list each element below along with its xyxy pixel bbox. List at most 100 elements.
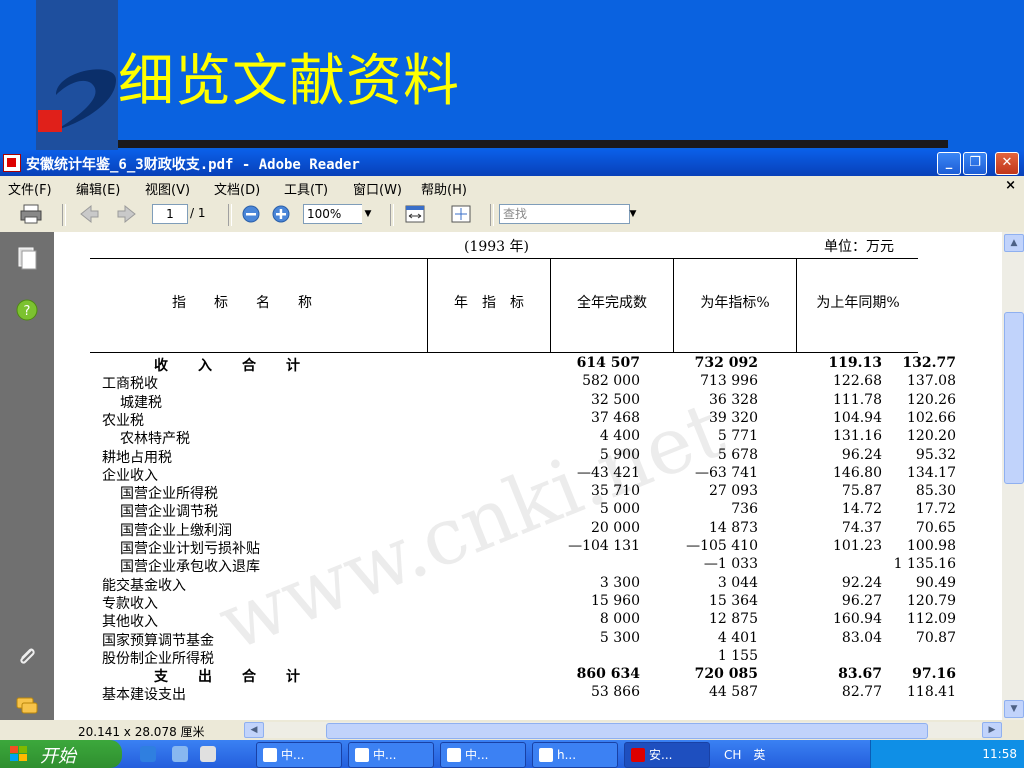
menu-file[interactable]: 文件(F) [8,179,52,198]
row-pct-target: 96.24 [841,446,882,463]
taskbar-item[interactable]: h... [532,742,618,768]
zoom-level-input[interactable]: 100% [303,204,366,224]
row-target: 5 900 [599,446,640,463]
row-target: 8 000 [599,611,640,628]
desktop-icon[interactable] [200,746,216,762]
row-pct-lastyear: 1 135.16 [893,556,956,573]
menu-help[interactable]: 帮助(H) [421,179,467,198]
menu-window[interactable]: 窗口(W) [353,179,402,198]
taskbar-item[interactable]: 中... [440,742,526,768]
row-pct-target: 101.23 [833,538,882,554]
row-name: 工商税收 [102,376,158,393]
row-actual: 15 364 [709,592,758,609]
zoom-dropdown-icon[interactable]: ▼ [362,204,374,224]
row-pct-target: 82.77 [841,684,882,701]
scroll-down-icon[interactable]: ▼ [1004,700,1024,718]
horizontal-scroll-thumb[interactable] [326,723,928,739]
window-titlebar[interactable]: 安徽统计年鉴_6_3财政收支.pdf - Adobe Reader _ ❐ ✕ [0,150,1024,176]
comments-icon[interactable] [15,694,39,718]
vertical-scrollbar[interactable]: ▲ ▼ [1002,232,1024,720]
start-button[interactable]: 开始 [0,740,122,768]
ie-icon[interactable] [140,746,156,762]
scroll-left-icon[interactable]: ◀ [244,722,264,738]
ime-indicator[interactable]: CH 英 [724,746,765,763]
row-pct-lastyear: 120.20 [907,428,956,445]
row-target: 37 468 [591,409,640,426]
table-row: 城建税 32 500 36 328 111.78 120.26 [54,391,1002,411]
row-pct-lastyear: 120.26 [907,391,956,408]
table-row: 其他收入 8 000 12 875 160.94 112.09 [54,611,1002,631]
column-header-actual: 全年完成数 [577,295,647,311]
row-actual: 1 155 [717,647,758,664]
adobe-reader-window: 安徽统计年鉴_6_3财政收支.pdf - Adobe Reader _ ❐ ✕ … [0,150,1024,740]
attachments-icon[interactable] [15,644,39,668]
row-pct-lastyear: 134.17 [907,464,956,481]
table-rule-header [90,352,918,353]
row-actual: —1 033 [703,556,758,573]
help-icon[interactable]: ? [15,298,39,322]
row-target: 582 000 [582,373,640,390]
menu-edit[interactable]: 编辑(E) [76,179,120,198]
previous-page-icon[interactable] [78,204,100,224]
fit-page-icon[interactable] [450,204,472,224]
menu-tools[interactable]: 工具(T) [284,179,328,198]
toolbar: 1 / 1 100% ▼ 查找 ▼ [0,198,1024,233]
column-header-pct-lastyear: 为上年同期% [816,295,900,311]
maximize-button[interactable]: ❐ [963,152,987,175]
table-row: 股份制企业所得税 1 155 [54,647,1002,667]
quicklaunch-icon[interactable] [172,746,188,762]
row-pct-lastyear: 102.66 [907,409,956,426]
find-dropdown-icon[interactable]: ▼ [627,204,639,224]
print-icon[interactable] [20,204,42,224]
row-name: 国营企业所得税 [120,486,218,503]
row-actual: 720 085 [694,666,758,683]
taskbar-item-active[interactable]: 安... [624,742,710,768]
zoom-out-icon[interactable] [240,204,262,224]
window-title: 安徽统计年鉴_6_3财政收支.pdf - Adobe Reader [26,157,360,173]
zoom-in-icon[interactable] [270,204,292,224]
row-actual: 44 587 [709,684,758,701]
next-page-icon[interactable] [116,204,138,224]
row-name: 国营企业上缴利润 [120,522,232,539]
slide-title: 细览文献资料 [118,49,460,114]
minimize-button[interactable]: _ [937,152,961,175]
menu-view[interactable]: 视图(V) [145,179,190,198]
row-actual: —63 741 [695,464,758,481]
row-target: 5 300 [599,629,640,646]
taskbar-item[interactable]: 中... [348,742,434,768]
row-target: 53 866 [591,684,640,701]
row-pct-lastyear: 70.87 [915,629,956,646]
row-actual: 5 771 [717,428,758,445]
row-actual: 27 093 [709,483,758,500]
pages-icon[interactable] [15,246,39,270]
row-pct-lastyear: 70.65 [915,519,956,536]
row-actual: 12 875 [709,611,758,628]
close-button[interactable]: ✕ [995,152,1019,175]
horizontal-scrollbar[interactable]: ◀ ▶ [244,722,1002,739]
taskbar-item[interactable]: 中... [256,742,342,768]
table-row: 专款收入 15 960 15 364 96.27 120.79 [54,592,1002,612]
menu-document[interactable]: 文档(D) [214,179,260,198]
fit-width-icon[interactable] [404,204,426,224]
document-page[interactable]: www.cnki.net (1993 年) 单位：万元 指 标 名 称 年 指 … [54,232,1002,720]
scroll-right-icon[interactable]: ▶ [982,722,1002,738]
table-unit: 单位：万元 [824,239,894,255]
find-input[interactable]: 查找 [499,204,630,224]
row-pct-lastyear: 90.49 [915,574,956,591]
table-row: 能交基金收入 3 300 3 044 92.24 90.49 [54,574,1002,594]
row-name: 股份制企业所得税 [102,650,214,667]
table-row: 收入合计 614 507 732 092 119.13 132.77 [54,355,1002,374]
pdf-icon [3,154,21,172]
page-number-input[interactable]: 1 [152,204,188,224]
row-pct-target: 111.78 [833,391,882,408]
row-pct-target: 83.67 [838,666,882,683]
row-target: 32 500 [591,391,640,408]
row-pct-lastyear: 100.98 [907,538,956,554]
scroll-up-icon[interactable]: ▲ [1004,234,1024,252]
table-row: 支出合计 860 634 720 085 83.67 97.16 [54,666,1002,685]
row-name: 其他收入 [102,614,158,631]
row-actual: 36 328 [709,391,758,408]
vertical-scroll-thumb[interactable] [1004,312,1024,484]
close-document-icon[interactable]: × [1005,178,1016,193]
windows-flag-icon [10,746,27,761]
